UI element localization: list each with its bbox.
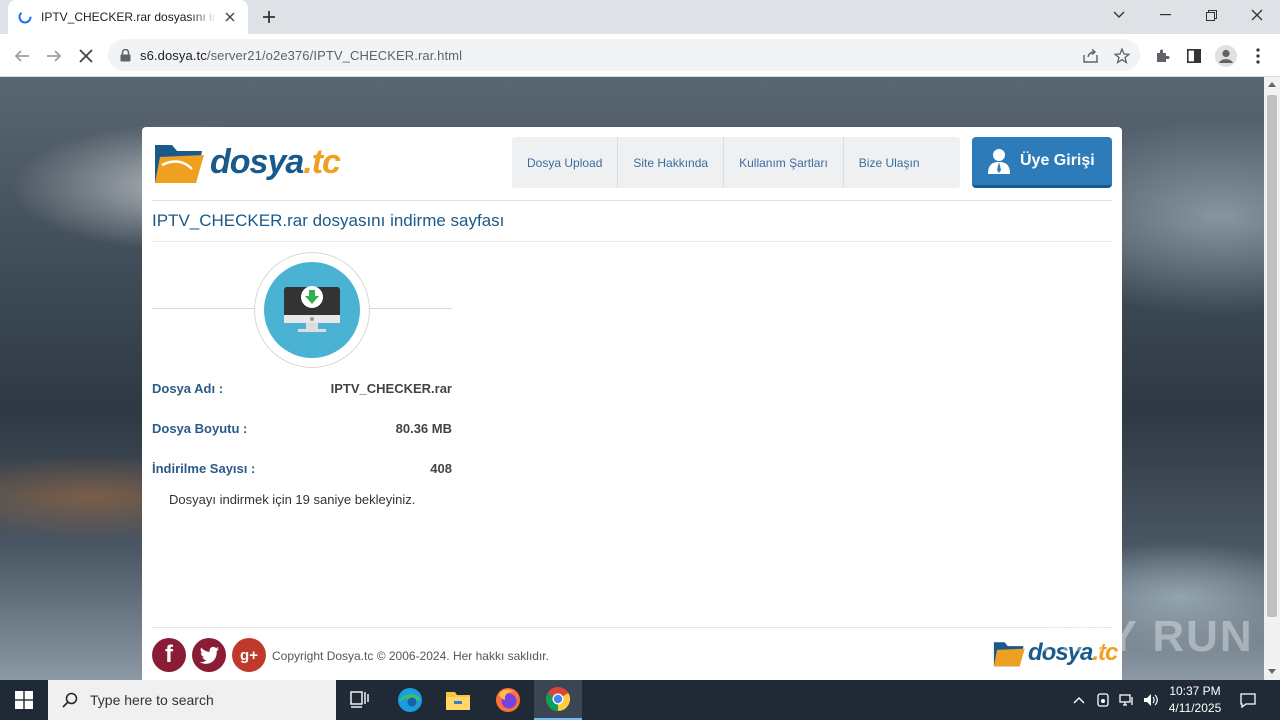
divider bbox=[152, 241, 1112, 242]
profile-avatar-icon[interactable] bbox=[1212, 42, 1240, 70]
volume-icon[interactable] bbox=[1140, 680, 1162, 720]
download-count-row: İndirilme Sayısı : 408 bbox=[152, 461, 452, 476]
login-label: Üye Girişi bbox=[1020, 152, 1095, 169]
windows-taskbar: Type here to search 10:37 PM 4/11/2025 bbox=[0, 680, 1280, 720]
taskbar-search-box[interactable]: Type here to search bbox=[48, 680, 336, 720]
browser-tab-active[interactable]: IPTV_CHECKER.rar dosyasını indir bbox=[8, 0, 248, 34]
edge-browser-icon[interactable] bbox=[386, 680, 434, 720]
clock-time: 10:37 PM bbox=[1169, 684, 1221, 698]
tray-overflow-chevron-icon[interactable] bbox=[1068, 680, 1090, 720]
scroll-up-arrow-icon[interactable] bbox=[1268, 82, 1276, 87]
page-viewport: dosya.tc Dosya Upload Site Hakkında Kull… bbox=[0, 77, 1264, 680]
logo-wordmark: dosya.tc bbox=[210, 142, 341, 181]
windows-start-icon[interactable] bbox=[0, 680, 48, 720]
browser-tabstrip: IPTV_CHECKER.rar dosyasını indir bbox=[0, 0, 1280, 34]
file-name-value: IPTV_CHECKER.rar bbox=[330, 381, 452, 396]
network-icon[interactable] bbox=[1116, 680, 1138, 720]
monitor-download-icon bbox=[284, 286, 340, 332]
loading-favicon-icon bbox=[18, 10, 32, 24]
lock-icon[interactable] bbox=[120, 48, 131, 62]
scrollbar-thumb[interactable] bbox=[1267, 95, 1277, 617]
browser-toolbar: s6.dosya.tc/server21/o2e376/IPTV_CHECKER… bbox=[0, 34, 1280, 77]
download-badge bbox=[254, 252, 370, 368]
site-logo[interactable]: dosya.tc bbox=[152, 137, 341, 187]
google-plus-icon[interactable]: g+ bbox=[232, 638, 266, 672]
copyright-text: Copyright Dosya.tc © 2006-2024. Her hakk… bbox=[272, 649, 549, 663]
page-scrollbar[interactable] bbox=[1264, 77, 1280, 680]
divider bbox=[152, 627, 1112, 628]
close-window-icon[interactable] bbox=[1234, 0, 1280, 30]
nav-dosya-upload[interactable]: Dosya Upload bbox=[512, 137, 619, 188]
nav-bize-ulasin[interactable]: Bize Ulaşın bbox=[844, 137, 960, 188]
notifications-icon[interactable] bbox=[1234, 680, 1262, 720]
file-size-row: Dosya Boyutu : 80.36 MB bbox=[152, 421, 452, 436]
bookmark-star-icon[interactable] bbox=[1111, 45, 1133, 67]
minimize-icon[interactable] bbox=[1142, 0, 1188, 30]
forward-arrow-icon[interactable] bbox=[40, 42, 68, 70]
main-nav: Dosya Upload Site Hakkında Kullanım Şart… bbox=[512, 137, 960, 188]
search-placeholder: Type here to search bbox=[90, 692, 214, 708]
nav-kullanim-sartlari[interactable]: Kullanım Şartları bbox=[724, 137, 844, 188]
folder-logo-icon bbox=[993, 642, 1025, 667]
nav-site-hakkinda[interactable]: Site Hakkında bbox=[618, 137, 725, 188]
extensions-icon[interactable] bbox=[1148, 42, 1176, 70]
firefox-icon[interactable] bbox=[484, 680, 532, 720]
facebook-icon[interactable]: f bbox=[152, 638, 186, 672]
back-arrow-icon[interactable] bbox=[8, 42, 36, 70]
wait-countdown-message: Dosyayı indirmek için 19 saniye bekleyin… bbox=[169, 492, 416, 507]
tray-device-icon[interactable] bbox=[1092, 680, 1114, 720]
divider bbox=[152, 200, 1112, 201]
file-size-label: Dosya Boyutu : bbox=[152, 421, 248, 436]
tab-close-icon[interactable] bbox=[222, 9, 238, 25]
download-circle bbox=[264, 262, 360, 358]
file-size-value: 80.36 MB bbox=[395, 421, 452, 436]
tab-title: IPTV_CHECKER.rar dosyasını indir bbox=[41, 10, 217, 24]
file-explorer-icon[interactable] bbox=[434, 680, 482, 720]
login-button[interactable]: Üye Girişi bbox=[972, 137, 1112, 188]
user-icon bbox=[988, 148, 1010, 174]
folder-logo-icon bbox=[155, 145, 204, 183]
share-icon[interactable] bbox=[1080, 45, 1102, 67]
download-count-value: 408 bbox=[430, 461, 452, 476]
chrome-menu-icon[interactable] bbox=[1244, 42, 1272, 70]
site-card: dosya.tc Dosya Upload Site Hakkında Kull… bbox=[142, 127, 1122, 680]
system-clock[interactable]: 10:37 PM 4/11/2025 bbox=[1160, 683, 1230, 717]
new-tab-button[interactable] bbox=[258, 7, 280, 27]
file-name-label: Dosya Adı : bbox=[152, 381, 224, 396]
restore-icon[interactable] bbox=[1188, 0, 1234, 30]
search-icon bbox=[62, 692, 78, 708]
scroll-down-arrow-icon[interactable] bbox=[1268, 669, 1276, 674]
download-count-label: İndirilme Sayısı : bbox=[152, 461, 256, 476]
twitter-icon[interactable] bbox=[192, 638, 226, 672]
stop-loading-icon[interactable] bbox=[72, 42, 100, 70]
chrome-taskbar-icon[interactable] bbox=[534, 680, 582, 720]
url-text: s6.dosya.tc/server21/o2e376/IPTV_CHECKER… bbox=[140, 47, 463, 63]
file-name-row: Dosya Adı : IPTV_CHECKER.rar bbox=[152, 381, 452, 396]
side-panel-icon[interactable] bbox=[1180, 42, 1208, 70]
anyrun-watermark: ANY RUN bbox=[1040, 612, 1254, 661]
tab-search-icon[interactable] bbox=[1096, 0, 1142, 30]
clock-date: 4/11/2025 bbox=[1168, 701, 1222, 715]
page-title: IPTV_CHECKER.rar dosyasını indirme sayfa… bbox=[152, 211, 505, 230]
address-bar[interactable]: s6.dosya.tc/server21/o2e376/IPTV_CHECKER… bbox=[108, 39, 1140, 71]
task-view-icon[interactable] bbox=[336, 680, 384, 720]
